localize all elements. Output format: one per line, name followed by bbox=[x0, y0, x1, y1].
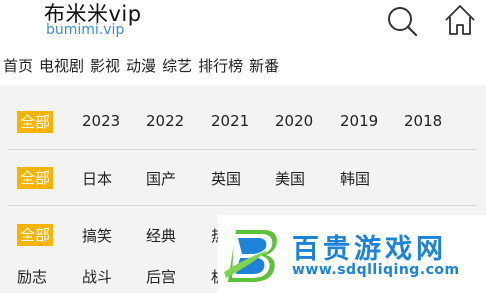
nav-item-tv[interactable]: 电视剧 bbox=[36, 52, 87, 84]
year-chip[interactable]: 2020 bbox=[275, 112, 313, 130]
genre-chip[interactable]: 搞笑 bbox=[82, 225, 112, 246]
genre-chip[interactable]: 励志 bbox=[17, 266, 47, 287]
year-chip[interactable]: 2019 bbox=[340, 112, 378, 130]
year-filter-row: 全部 2023 2022 2021 2020 2019 2018 bbox=[7, 103, 477, 141]
region-chip[interactable]: 美国 bbox=[275, 168, 305, 189]
region-chip[interactable]: 韩国 bbox=[340, 168, 370, 189]
nav-item-variety[interactable]: 综艺 bbox=[159, 52, 195, 84]
nav-item-new[interactable]: 新番 bbox=[246, 52, 282, 84]
year-chip[interactable]: 2018 bbox=[404, 112, 442, 130]
main-nav: 首页 电视剧 影视 动漫 综艺 排行榜 新番 bbox=[0, 52, 486, 84]
region-chip[interactable]: 日本 bbox=[82, 168, 112, 189]
region-chip[interactable]: 国产 bbox=[146, 168, 176, 189]
watermark-title: 百贵游戏网 bbox=[292, 234, 447, 265]
watermark-overlay: 百贵游戏网 www.sdqlliqing.com bbox=[218, 215, 486, 293]
nav-item-ranking[interactable]: 排行榜 bbox=[195, 52, 246, 84]
home-icon[interactable] bbox=[443, 3, 477, 37]
site-domain[interactable]: bumimi.vip bbox=[46, 22, 124, 38]
region-chip[interactable]: 英国 bbox=[211, 168, 241, 189]
row-divider bbox=[7, 205, 477, 206]
watermark-url: www.sdqlliqing.com bbox=[292, 262, 460, 278]
search-icon[interactable] bbox=[386, 5, 418, 37]
region-all-chip[interactable]: 全部 bbox=[17, 167, 54, 189]
genre-chip[interactable]: 经典 bbox=[146, 225, 176, 246]
genre-chip[interactable]: 后宫 bbox=[146, 266, 176, 287]
row-divider bbox=[7, 149, 477, 150]
nav-item-home[interactable]: 首页 bbox=[0, 52, 36, 84]
watermark-logo-icon bbox=[224, 230, 277, 282]
year-chip[interactable]: 2021 bbox=[211, 112, 249, 130]
year-chip[interactable]: 2023 bbox=[82, 112, 120, 130]
year-chip[interactable]: 2022 bbox=[146, 112, 184, 130]
nav-item-anime[interactable]: 动漫 bbox=[123, 52, 159, 84]
site-header: 布米米vip bumimi.vip bbox=[0, 0, 486, 50]
genre-chip[interactable]: 战斗 bbox=[82, 266, 112, 287]
nav-item-movies[interactable]: 影视 bbox=[87, 52, 123, 84]
genre-all-chip[interactable]: 全部 bbox=[17, 224, 54, 246]
year-all-chip[interactable]: 全部 bbox=[17, 111, 54, 133]
region-filter-row: 全部 日本 国产 英国 美国 韩国 bbox=[7, 159, 477, 197]
